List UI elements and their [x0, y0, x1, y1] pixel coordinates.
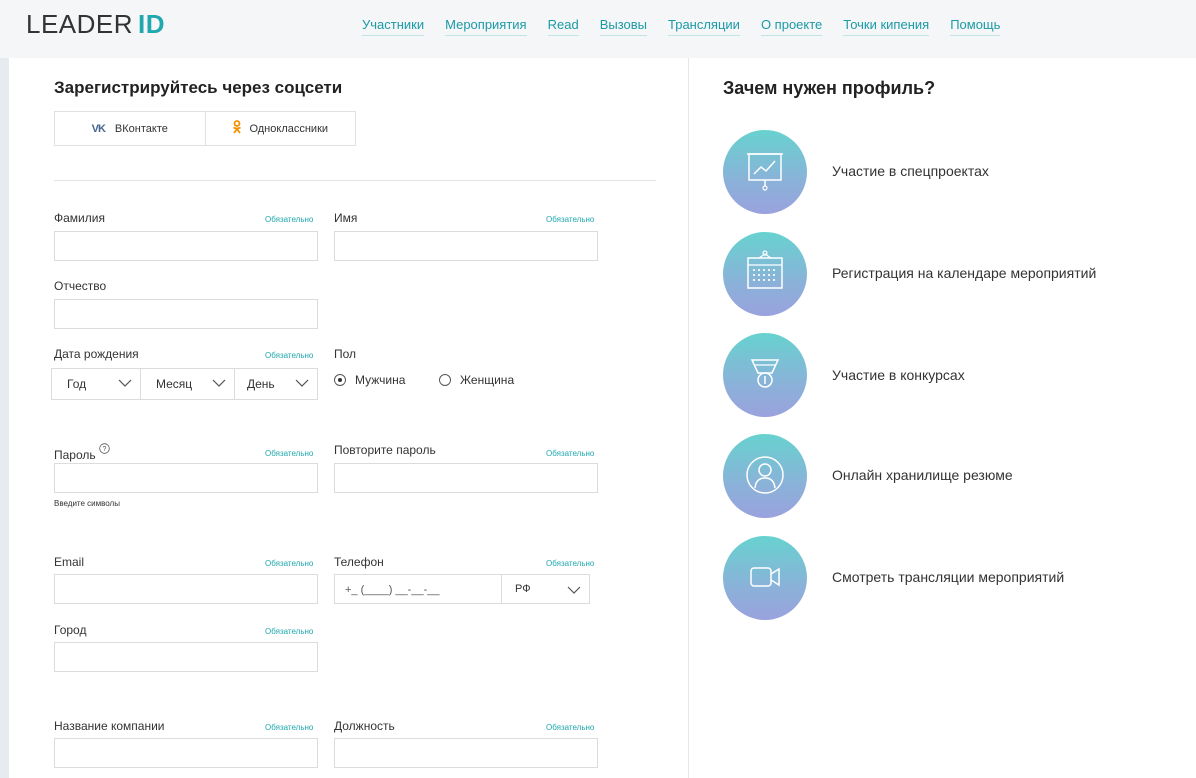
nav-item-challenges[interactable]: Вызовы [599, 17, 647, 36]
password-label: Пароль [54, 448, 96, 462]
phone-field: +_ (____) __-__-__ РФ [334, 574, 590, 604]
nav-item-about[interactable]: О проекте [760, 17, 823, 36]
email-required: Обязательно [265, 559, 314, 568]
repeat-password-label: Повторите пароль [334, 443, 436, 457]
feature-3-circle [723, 333, 807, 417]
logo-id: ID [138, 9, 166, 39]
chevron-down-icon [295, 379, 309, 387]
feature-2-text: Регистрация на календаре мероприятий [832, 265, 1097, 281]
birthdate-label: Дата рождения [54, 347, 139, 361]
registration-form: Зарегистрируйтесь через соцсети VK ВКонт… [9, 58, 689, 778]
year-value: Год [67, 377, 87, 391]
ok-button[interactable]: Одноклассники [204, 112, 356, 145]
video-camera-icon [750, 567, 780, 587]
logo-text: LEADER [26, 9, 134, 39]
vk-icon: VK [91, 122, 106, 135]
phone-label: Телефон [334, 555, 384, 569]
nav-item-growth-points[interactable]: Точки кипения [843, 17, 930, 36]
gender-male-radio[interactable]: Мужчина [334, 373, 405, 387]
nav-item-broadcasts[interactable]: Трансляции [668, 17, 740, 36]
feature-4-text: Онлайн хранилище резюме [832, 467, 1013, 483]
day-select[interactable]: День [234, 368, 318, 400]
position-label: Должность [334, 719, 395, 733]
repeat-password-input[interactable] [334, 463, 598, 493]
nav-item-read[interactable]: Read [547, 17, 579, 36]
email-input[interactable] [54, 574, 318, 604]
gender-female-label: Женщина [460, 373, 515, 387]
chevron-down-icon [567, 586, 581, 594]
name-label: Имя [334, 211, 358, 225]
city-label: Город [54, 623, 87, 637]
social-buttons: VK ВКонтакте Одноклассники [54, 111, 356, 146]
password-hint: Введите символы [54, 499, 120, 508]
calendar-icon [747, 250, 783, 289]
surname-input[interactable] [54, 231, 318, 261]
surname-required: Обязательно [265, 215, 314, 224]
radio-unchecked-icon [439, 374, 451, 386]
month-value: Месяц [156, 377, 193, 391]
radio-checked-icon [334, 374, 346, 386]
ok-icon [232, 120, 242, 137]
feature-3-text: Участие в конкурсах [832, 367, 965, 383]
vk-button[interactable]: VK ВКонтакте [55, 112, 205, 145]
logo[interactable]: LEADER ID [26, 9, 165, 40]
nav-item-participants[interactable]: Участники [362, 17, 425, 36]
password-required: Обязательно [265, 449, 314, 458]
presentation-chart-icon [747, 153, 783, 191]
password-input[interactable] [54, 463, 318, 493]
medal-icon [750, 359, 780, 388]
patronymic-label: Отчество [54, 279, 107, 293]
password-label-wrap: Пароль ? [54, 443, 111, 462]
day-value: День [247, 377, 275, 391]
vk-label: ВКонтакте [114, 122, 168, 135]
social-title: Зарегистрируйтесь через соцсети [54, 78, 343, 97]
country-code-value: РФ [515, 583, 531, 595]
why-title: Зачем нужен профиль? [723, 78, 936, 98]
main-nav: Участники Мероприятия Read Вызовы Трансл… [362, 17, 1021, 36]
phone-input[interactable]: +_ (____) __-__-__ [335, 575, 502, 603]
repeat-password-required: Обязательно [546, 449, 595, 458]
city-input[interactable] [54, 642, 318, 672]
name-required: Обязательно [546, 215, 595, 224]
year-select[interactable]: Год [51, 368, 141, 400]
position-input[interactable] [334, 738, 598, 768]
help-icon[interactable]: ? [97, 443, 111, 457]
feature-2-circle [723, 232, 807, 316]
feature-1-text: Участие в спецпроектах [832, 163, 989, 179]
position-required: Обязательно [546, 723, 595, 732]
nav-item-help[interactable]: Помощь [950, 17, 1001, 36]
surname-label: Фамилия [54, 211, 105, 225]
feature-1-circle [723, 130, 807, 214]
feature-4-circle [723, 434, 807, 518]
phone-required: Обязательно [546, 559, 595, 568]
gender-male-label: Мужчина [355, 373, 406, 387]
country-code-select[interactable]: РФ [502, 575, 589, 603]
month-select[interactable]: Месяц [140, 368, 235, 400]
company-label: Название компании [54, 719, 165, 733]
svg-text:?: ? [103, 446, 107, 453]
user-profile-icon [746, 456, 784, 494]
feature-5-text: Смотреть трансляции мероприятий [832, 569, 1065, 585]
feature-5-circle [723, 536, 807, 620]
birthdate-required: Обязательно [265, 351, 314, 360]
left-border [0, 58, 9, 778]
chevron-down-icon [212, 379, 226, 387]
ok-label: Одноклассники [249, 122, 329, 135]
chevron-down-icon [118, 379, 132, 387]
email-label: Email [54, 555, 85, 569]
gender-label: Пол [334, 347, 357, 361]
divider [54, 180, 656, 181]
company-input[interactable] [54, 738, 318, 768]
top-header: LEADER ID Участники Мероприятия Read Вызо… [0, 0, 1196, 58]
name-input[interactable] [334, 231, 598, 261]
patronymic-input[interactable] [54, 299, 318, 329]
gender-female-radio[interactable]: Женщина [439, 373, 514, 387]
nav-item-events[interactable]: Мероприятия [445, 17, 527, 36]
city-required: Обязательно [265, 627, 314, 636]
company-required: Обязательно [265, 723, 314, 732]
